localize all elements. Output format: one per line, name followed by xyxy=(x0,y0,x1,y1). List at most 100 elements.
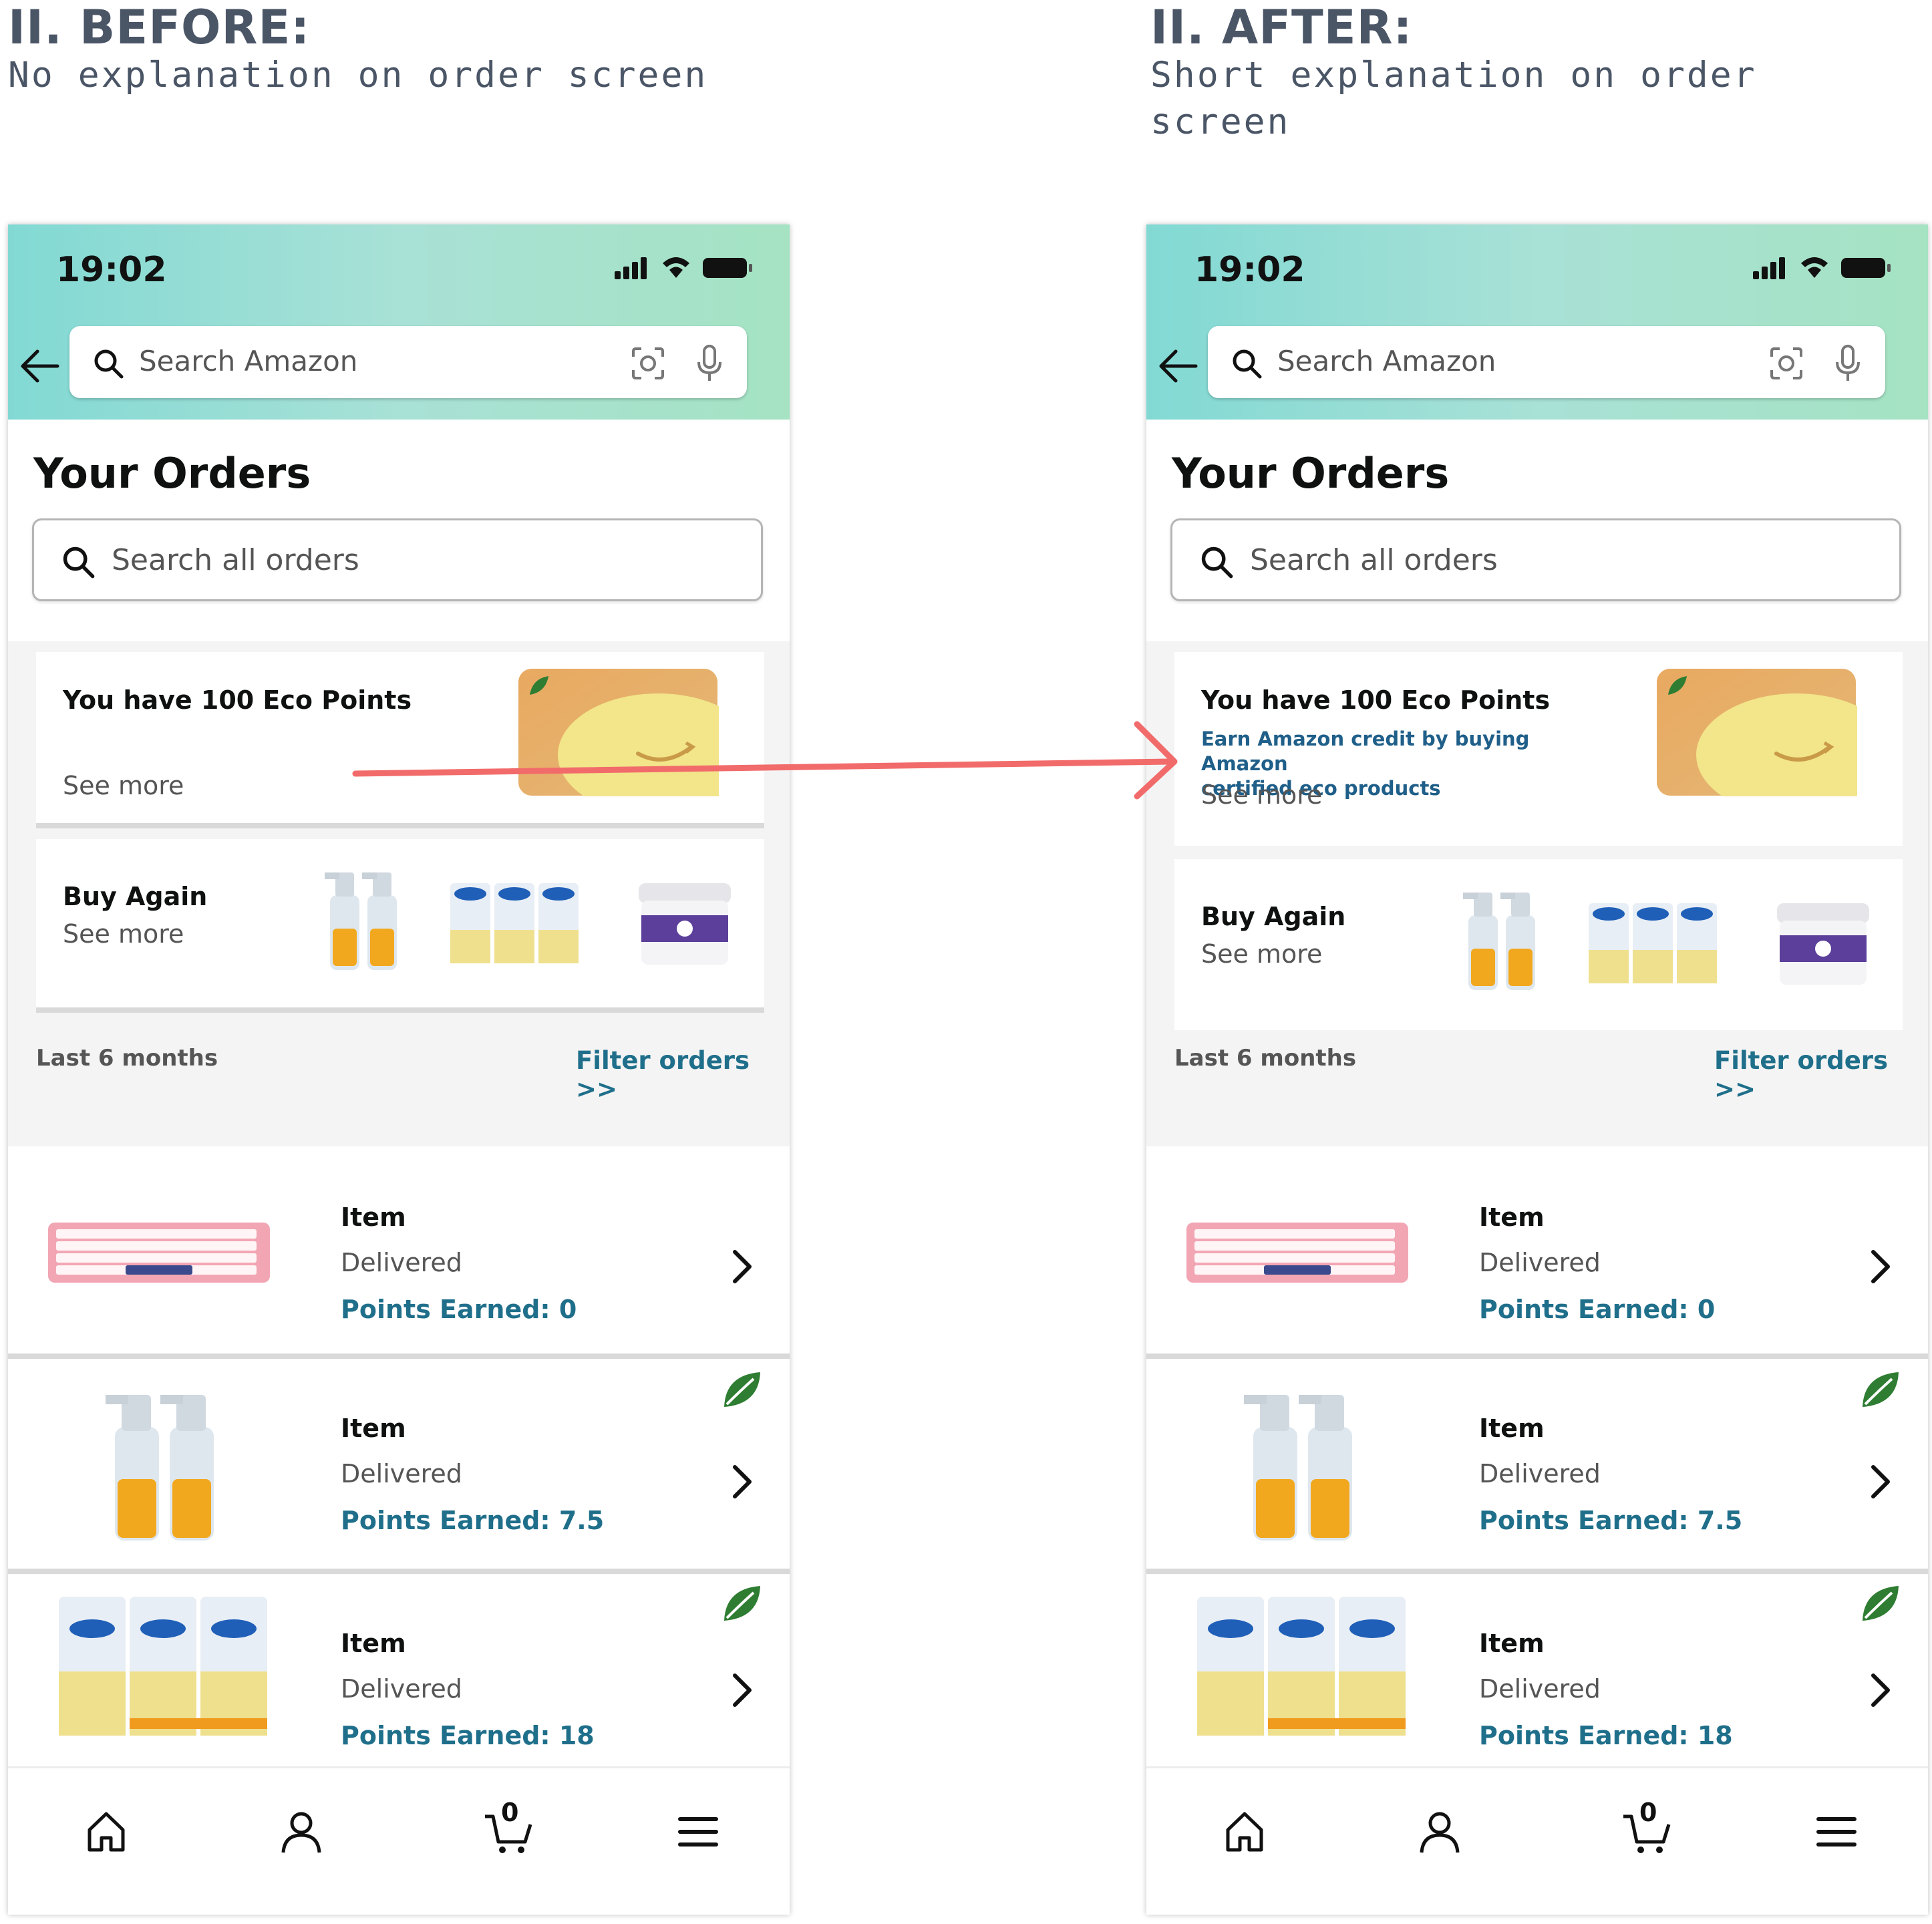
spray-bottles-thumbnail xyxy=(325,872,397,970)
before-heading: II. BEFORE: xyxy=(8,0,311,55)
eco-points-card[interactable]: You have 100 Eco Points Earn Amazon cred… xyxy=(1174,652,1903,846)
eco-see-more-link[interactable]: See more xyxy=(1201,780,1322,810)
orders-search-placeholder: Search all orders xyxy=(112,543,359,577)
points-earned: Points Earned: 0 xyxy=(1479,1295,1716,1324)
eco-leaf-icon xyxy=(724,1372,760,1407)
chevron-right-icon[interactable] xyxy=(728,1248,755,1285)
last-6-months-label: Last 6 months xyxy=(1174,1045,1357,1072)
wipes-canisters-image xyxy=(1197,1597,1406,1736)
eco-points-title: You have 100 Eco Points xyxy=(63,685,412,715)
orders-search-placeholder: Search all orders xyxy=(1250,543,1498,577)
eco-points-title: You have 100 Eco Points xyxy=(1201,685,1551,715)
eco-explanation-line-1: Earn Amazon credit by buying Amazon xyxy=(1201,728,1530,775)
eco-leaf-icon xyxy=(1863,1586,1899,1621)
wipes-thumbnail xyxy=(1589,903,1717,983)
points-earned: Points Earned: 0 xyxy=(341,1295,577,1324)
battery-tip xyxy=(1887,264,1891,272)
order-row[interactable]: Item Delivered Points Earned: 7.5 xyxy=(8,1359,790,1574)
order-status: Delivered xyxy=(1479,1459,1601,1488)
battery-icon xyxy=(703,258,747,278)
home-icon[interactable] xyxy=(1221,1808,1268,1855)
menu-icon[interactable] xyxy=(1813,1808,1860,1855)
order-row[interactable]: Item Delivered Points Earned: 18 xyxy=(8,1574,790,1774)
points-earned: Points Earned: 7.5 xyxy=(341,1506,605,1535)
status-icons xyxy=(1753,257,1891,279)
order-row[interactable]: Item Delivered Points Earned: 18 xyxy=(1146,1574,1928,1774)
back-arrow-icon[interactable] xyxy=(1157,345,1200,387)
wipes-thumbnail xyxy=(450,883,579,963)
order-row[interactable]: Item Delivered Points Earned: 0 xyxy=(8,1146,790,1359)
microphone-icon[interactable] xyxy=(1832,345,1864,382)
back-arrow-icon[interactable] xyxy=(19,345,61,387)
jar-thumbnail xyxy=(1777,903,1869,985)
signal-bar xyxy=(1770,262,1776,279)
cart-count: 0 xyxy=(1639,1798,1657,1827)
search-icon xyxy=(1233,349,1262,379)
order-item-label: Item xyxy=(1479,1202,1545,1232)
search-placeholder: Search Amazon xyxy=(1277,345,1496,377)
camera-scan-icon[interactable] xyxy=(1769,346,1804,381)
signal-bar xyxy=(641,257,647,279)
wifi-icon xyxy=(663,257,689,278)
order-status: Delivered xyxy=(341,1674,462,1704)
chevron-right-icon[interactable] xyxy=(1867,1671,1893,1709)
eco-see-more-link[interactable]: See more xyxy=(63,771,184,800)
buy-again-card[interactable]: Buy Again See more xyxy=(36,839,764,1013)
filter-orders-link[interactable]: Filter orders >> xyxy=(1714,1046,1928,1104)
microphone-icon[interactable] xyxy=(693,345,726,382)
eco-points-card[interactable]: You have 100 Eco Points See more xyxy=(36,652,764,828)
amazon-search-bar[interactable]: Search Amazon xyxy=(1208,326,1885,398)
signal-bar xyxy=(615,271,621,279)
after-heading: II. AFTER: xyxy=(1150,0,1413,55)
after-subtitle-line-2: screen xyxy=(1150,102,1291,142)
points-earned: Points Earned: 18 xyxy=(1479,1721,1733,1750)
account-icon[interactable] xyxy=(1416,1808,1463,1855)
battery-tip xyxy=(749,264,752,272)
order-row[interactable]: Item Delivered Points Earned: 0 xyxy=(1146,1146,1928,1359)
page-title: Your Orders xyxy=(33,449,311,498)
chevron-right-icon[interactable] xyxy=(728,1671,755,1709)
before-subtitle-line: No explanation on order screen xyxy=(8,55,708,96)
search-icon xyxy=(94,349,124,379)
cart-count: 0 xyxy=(501,1798,519,1827)
search-placeholder: Search Amazon xyxy=(139,345,358,377)
pink-keyboard-image xyxy=(48,1223,270,1283)
eco-leaf-icon xyxy=(1863,1372,1899,1407)
order-status: Delivered xyxy=(341,1248,462,1277)
menu-icon[interactable] xyxy=(675,1808,721,1855)
status-time: 19:02 xyxy=(1194,250,1305,290)
search-icon xyxy=(63,546,95,579)
eco-credit-card-image xyxy=(1657,669,1857,796)
status-time: 19:02 xyxy=(56,250,167,290)
order-row[interactable]: Item Delivered Points Earned: 7.5 xyxy=(1146,1359,1928,1574)
account-icon[interactable] xyxy=(278,1808,325,1855)
chevron-right-icon[interactable] xyxy=(1867,1248,1893,1285)
filter-orders-link[interactable]: Filter orders >> xyxy=(576,1046,790,1104)
after-subtitle-line-1: Short explanation on order xyxy=(1150,55,1757,96)
points-earned: Points Earned: 7.5 xyxy=(1479,1506,1743,1535)
buy-again-card[interactable]: Buy Again See more xyxy=(1174,859,1903,1030)
bottom-nav-bar: 0 xyxy=(1146,1766,1928,1915)
wipes-canisters-image xyxy=(59,1597,267,1736)
signal-bar xyxy=(1753,271,1759,279)
spray-bottles-thumbnail xyxy=(1463,893,1535,990)
orders-search-input[interactable]: Search all orders xyxy=(1170,518,1901,601)
buy-again-see-more-link[interactable]: See more xyxy=(1201,939,1322,969)
order-item-label: Item xyxy=(1479,1414,1545,1443)
after-subtitle: Short explanation on order screen xyxy=(1150,52,1757,146)
order-status: Delivered xyxy=(341,1459,462,1488)
pink-keyboard-image xyxy=(1186,1223,1408,1283)
page-title: Your Orders xyxy=(1172,449,1450,498)
buy-again-see-more-link[interactable]: See more xyxy=(63,919,184,949)
chevron-right-icon[interactable] xyxy=(1867,1463,1893,1500)
home-icon[interactable] xyxy=(83,1808,130,1855)
orders-search-input[interactable]: Search all orders xyxy=(32,518,763,601)
chevron-right-icon[interactable] xyxy=(728,1463,755,1500)
after-phone-screen: 19:02 Search Amazon Your Orders Search a… xyxy=(1146,224,1928,1915)
jar-thumbnail xyxy=(639,883,731,965)
search-icon xyxy=(1201,546,1233,579)
signal-bar xyxy=(623,267,629,279)
camera-scan-icon[interactable] xyxy=(631,346,665,381)
amazon-search-bar[interactable]: Search Amazon xyxy=(69,326,747,398)
eco-leaf-icon xyxy=(724,1586,760,1621)
